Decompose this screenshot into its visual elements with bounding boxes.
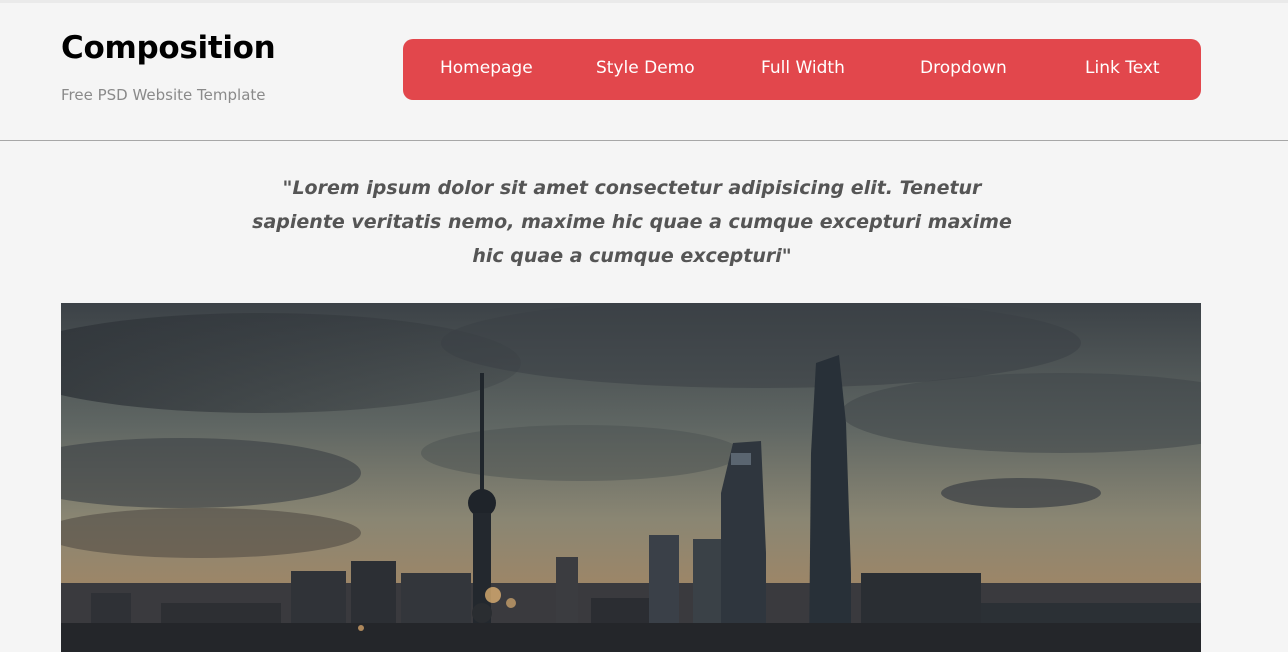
intro-quote: "Lorem ipsum dolor sit amet consectetur … bbox=[252, 177, 1012, 267]
site-title[interactable]: Composition bbox=[61, 30, 276, 66]
nav-item-homepage[interactable]: Homepage bbox=[440, 58, 533, 78]
main-nav: Homepage Style Demo Full Width Dropdown … bbox=[403, 39, 1201, 100]
city-skyline-image bbox=[61, 303, 1201, 652]
site-tagline: Free PSD Website Template bbox=[61, 86, 266, 104]
nav-item-full-width[interactable]: Full Width bbox=[761, 58, 845, 78]
hero-image bbox=[61, 303, 1201, 652]
site-header: Composition Free PSD Website Template Ho… bbox=[0, 0, 1288, 141]
nav-item-style-demo[interactable]: Style Demo bbox=[596, 58, 695, 78]
nav-item-link-text[interactable]: Link Text bbox=[1085, 58, 1160, 78]
nav-item-dropdown[interactable]: Dropdown bbox=[920, 58, 1007, 78]
